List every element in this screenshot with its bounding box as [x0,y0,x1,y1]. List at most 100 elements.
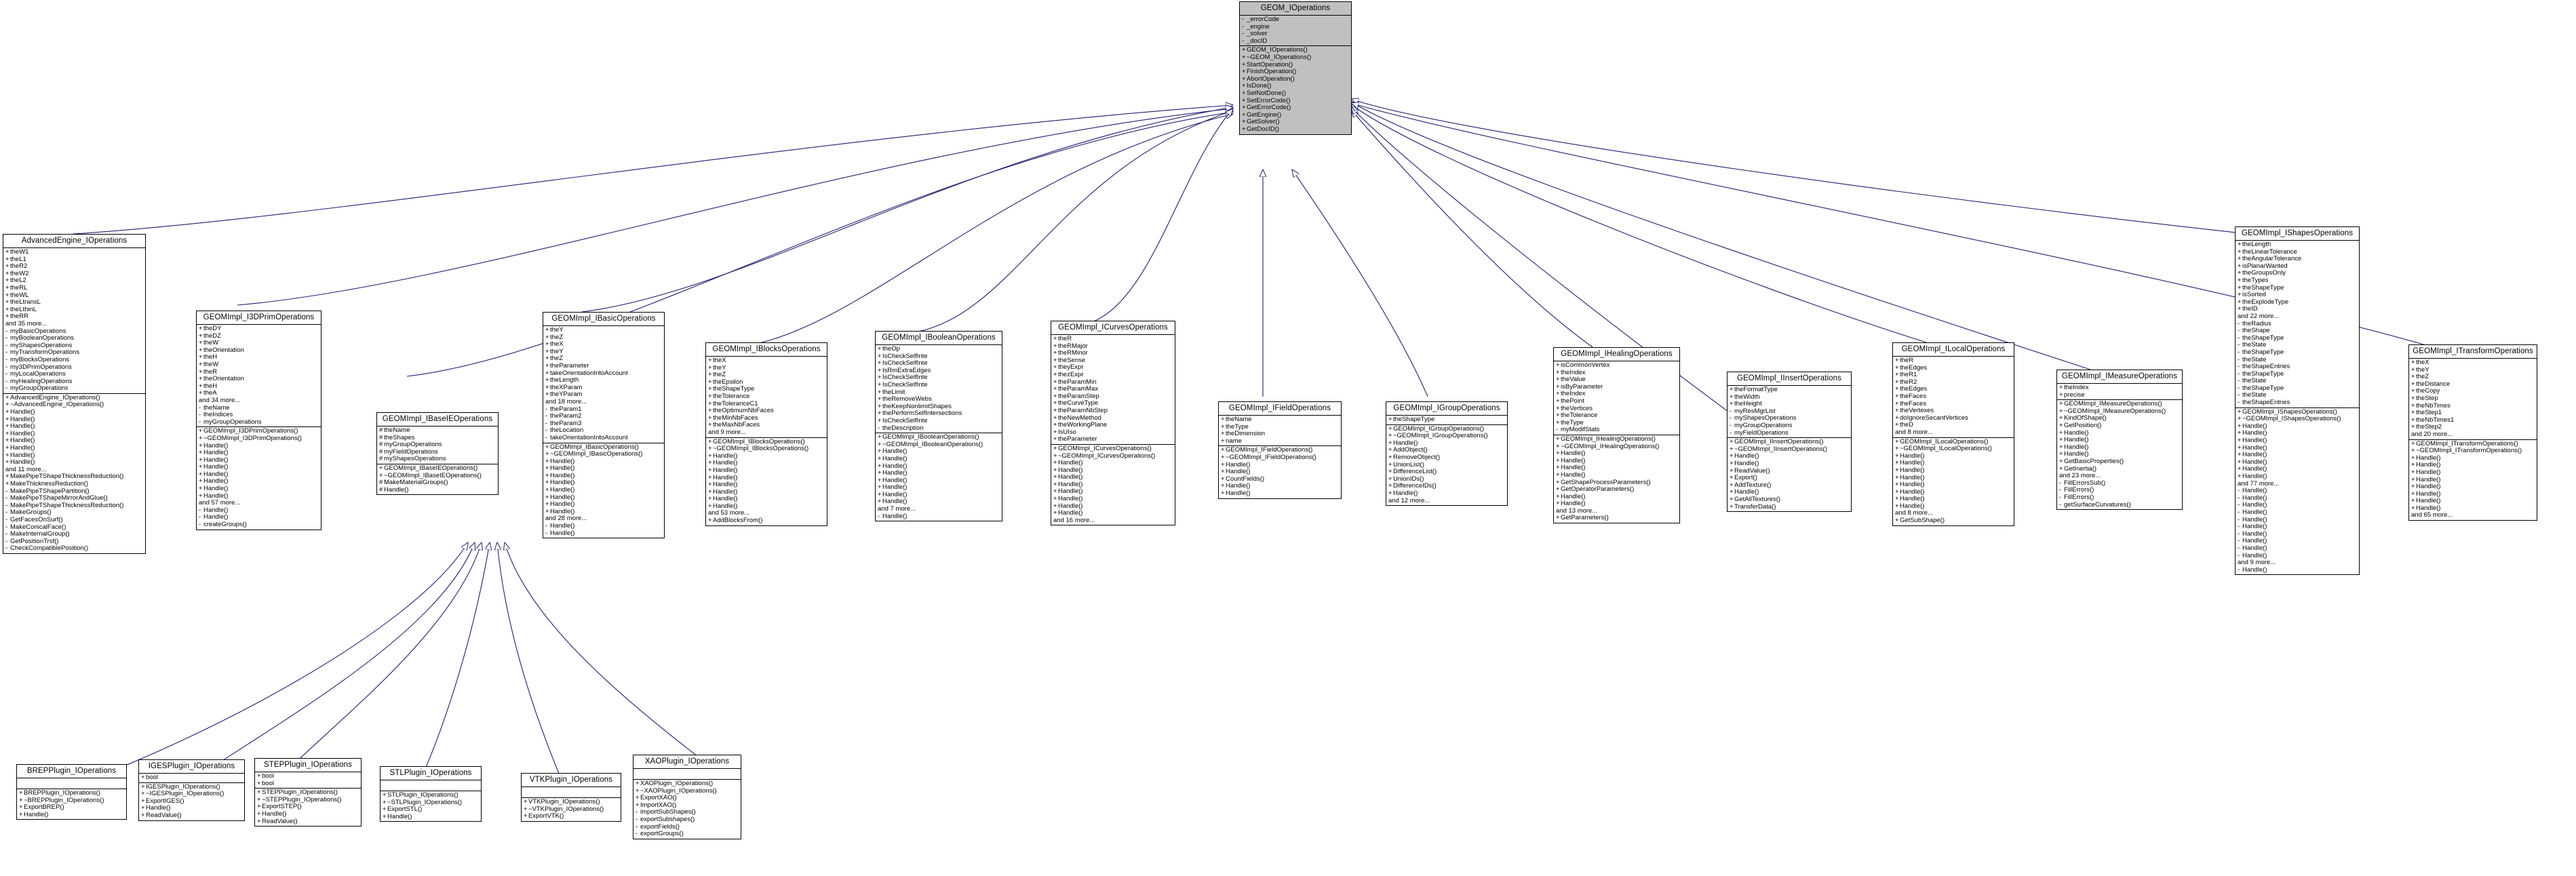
member-row: +STLPlugin_IOperations() [383,791,458,799]
visibility-marker: + [1053,406,1057,414]
member-row: +theLength [2238,241,2271,248]
visibility-marker: + [5,480,9,487]
visibility-marker: - [2059,493,2062,501]
visibility-marker: + [878,454,882,462]
class-node-geomimpl-iinsertoperations[interactable]: GEOMImpl_IInsertOperations +theFormatTyp… [1727,372,1852,513]
attributes-compartment: +isCommonVertex +theIndex +theValue +isByPa… [1554,361,1679,435]
member-row: +bool [257,779,274,787]
class-node-geomimpl-ibooleanoperations[interactable]: GEOMImpl_IBooleanOperations +theOp +IsChe… [875,331,1002,522]
class-node-geomimpl-ihealingoperations[interactable]: GEOMImpl_IHealingOperations +isCommonVer… [1553,347,1680,524]
visibility-marker: + [1556,397,1560,405]
attributes-compartment: +theR +theEdges +theR1 +theR2 +theEdges +theF… [1893,357,2014,438]
member-row: - myGroupOperations [5,384,69,393]
class-title: GEOMImpl_IBaseIEOperations [377,413,498,426]
member-row: +bool [257,772,274,780]
member-row: +GEOMImpl_IHealingOperations() [1556,435,1656,443]
visibility-marker: + [524,798,528,805]
visibility-marker: + [1053,435,1057,443]
member-row: - theShapeType [2238,348,2284,356]
visibility-marker: + [19,810,23,818]
class-node-advancedengine-ioperations[interactable]: AdvancedEngine_IOperations +theW1 +theL1 +… [3,234,146,554]
class-title: GEOMImpl_IBooleanOperations [876,332,1002,345]
visibility-marker: - [2238,544,2240,552]
member-row: - Handle() [2238,565,2267,574]
visibility-marker: - [5,384,8,393]
visibility-marker: + [2059,421,2063,429]
visibility-marker: + [257,810,261,818]
member-row: - GetFacesOnSurf() [5,515,63,523]
member-row: - myGroupOperations [1730,421,1793,429]
visibility-marker: + [1895,466,1899,474]
visibility-marker: + [1242,53,1246,61]
member-row: +theOp [878,345,900,353]
attributes-compartment [17,778,126,789]
member-row: +theParameter [545,361,589,370]
member-row: +IsCheckSelfInte [878,380,928,389]
visibility-marker: + [199,434,203,442]
attributes-compartment: +theX +theY +theZ +theDistance +theCopy +theS… [2409,359,2537,440]
member-row: - theDescription [878,424,924,432]
class-title: STLPlugin_IOperations [380,767,481,780]
class-node-geomimpl-iblocksoperations[interactable]: GEOMImpl_IBlocksOperations +theX +theY +th… [705,342,827,526]
visibility-marker: + [1556,435,1560,443]
class-title: STEPPlugin_IOperations [255,759,361,772]
member-row: and 35 more... [5,319,47,327]
member-row: +theIndex [2059,384,2089,391]
class-node-geomimpl-ibaseieoperations[interactable]: GEOMImpl_IBaseIEOperations # theName # theS… [376,412,499,496]
methods-compartment: +GEOMImpl_ILocalOperations() +~GEOMImpl_I… [1893,438,2014,525]
class-node-stepplugin-ioperations[interactable]: STEPPlugin_IOperations +bool +bool +STEPP… [254,758,362,827]
member-row: +SetNotDone() [1242,89,1287,97]
class-node-geomimpl-igroupoperations[interactable]: GEOMImpl_IGroupOperations +theShapeType … [1386,401,1508,506]
class-node-geom-ioperations[interactable]: GEOM_IOperations - _errorCode - _engine - _so… [1239,1,1352,135]
member-row: +GetBasicProperties() [2059,457,2124,465]
visibility-marker: + [383,791,387,799]
visibility-marker: + [2059,391,2063,399]
class-node-stlplugin-ioperations[interactable]: STLPlugin_IOperations +STLPlugin_IOperat… [380,766,482,822]
attributes-compartment: +theFormatType +theWidth +theHeight - myResM… [1728,386,1851,439]
class-node-geomimpl-i3dprimoperations[interactable]: GEOMImpl_I3DPrimOperations +theDY +theDZ +… [196,311,321,530]
attributes-compartment: +theIndex +precise [2057,384,2182,401]
member-row: +thePoint [1556,397,1584,405]
visibility-marker: - [2238,348,2240,356]
member-row: +AddBlocksFrom() [708,517,763,525]
class-title: AdvancedEngine_IOperations [3,235,145,248]
class-node-geomimpl-icurvesoperations[interactable]: GEOMImpl_ICurvesOperations +theR +theRMaj… [1051,321,1175,526]
class-title: GEOMImpl_IInsertOperations [1728,372,1851,386]
member-row: +Handle() [383,812,412,820]
visibility-marker: + [1053,444,1057,452]
visibility-marker: + [1388,416,1392,423]
member-row: - createGroups() [199,521,247,529]
attributes-compartment: +theLength +theLinearTolerance +theAngular… [2236,241,2359,408]
class-node-xaoplugin-ioperations[interactable]: XAOPlugin_IOperations +XAOPlugin_IOperat… [633,755,741,839]
visibility-marker: + [1556,471,1560,479]
member-row: - Handle() [545,529,575,537]
visibility-marker: + [2411,468,2415,476]
class-node-geomimpl-ilocaloperations[interactable]: GEOMImpl_ILocalOperations +theR +theEdges… [1892,342,2014,526]
visibility-marker: - [5,515,8,523]
member-row: +theTypes [2238,276,2269,284]
member-row: +theShapeType [1388,416,1435,423]
class-node-brepplugin-ioperations[interactable]: BREPPlugin_IOperations +BREPPlugin_IOper… [16,764,127,820]
visibility-marker: + [708,517,712,525]
class-node-geomimpl-imeasureoperations[interactable]: GEOMImpl_IMeasureOperations +theIndex +pr… [2056,370,2183,511]
member-row: +name [1221,437,1242,445]
member-row: and 20 more... [2411,430,2453,438]
visibility-marker: + [379,464,383,472]
member-row: - Handle() [2238,508,2267,516]
visibility-marker: + [2238,276,2242,284]
class-node-geomimpl-ibasicoperations[interactable]: GEOMImpl_IBasicOperations +theY +theZ +the… [543,312,665,539]
class-node-geomimpl-ishapesoperations[interactable]: GEOMImpl_IShapesOperations +theLength +th… [2235,226,2360,576]
class-title: IGESPlugin_IOperations [139,760,244,774]
visibility-marker: + [1053,335,1057,342]
visibility-marker: - [636,815,638,823]
visibility-marker: - [2059,500,2062,509]
class-node-vtkplugin-ioperations[interactable]: VTKPlugin_IOperations +VTKPlugin_IOperat… [521,773,621,822]
class-node-geomimpl-itransformoperations[interactable]: GEOMImpl_ITransformOperations +theX +theY… [2408,344,2537,521]
class-node-geomimpl-ifieldoperations[interactable]: GEOMImpl_IFieldOperations +theName +theTy… [1218,401,1342,499]
attributes-compartment: +theName +theType +theDimension +name [1219,416,1341,447]
member-row: +IsCheckSelfInte [878,416,928,424]
member-row: and 9 more... [708,428,746,436]
class-node-igesplugin-ioperations[interactable]: IGESPlugin_IOperations +bool +IGESPlugin… [138,759,245,821]
member-row: - _docID [1242,37,1268,45]
attributes-compartment: +theY +theZ +theX +theY +theZ +theParameter +t… [543,326,664,443]
